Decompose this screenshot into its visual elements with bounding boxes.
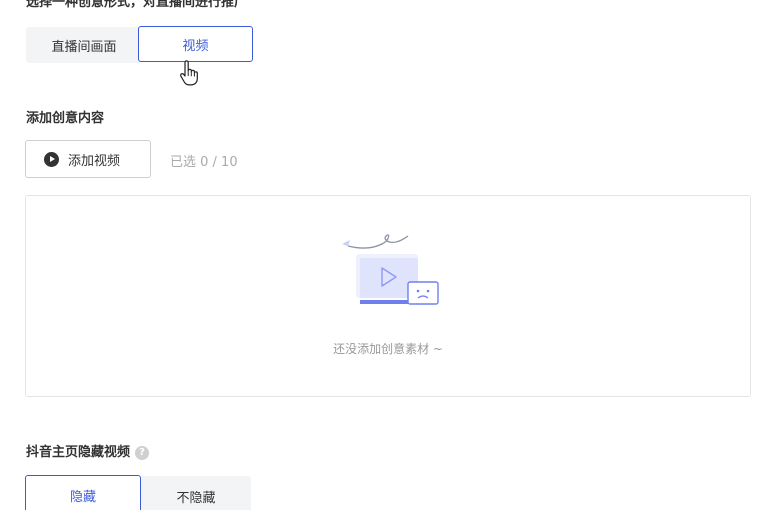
play-circle-icon bbox=[44, 151, 59, 167]
option-live-room[interactable]: 直播间画面 bbox=[26, 27, 142, 63]
option-video[interactable]: 视频 bbox=[138, 26, 253, 62]
creative-content-title: 添加创意内容 bbox=[26, 111, 105, 126]
form-type-title: 选择一种创意形式，对直播间进行推广 bbox=[26, 0, 248, 10]
option-not-hide[interactable]: 不隐藏 bbox=[141, 476, 251, 510]
empty-video-illustration-icon bbox=[342, 234, 439, 305]
add-video-button[interactable]: 添加视频 bbox=[25, 140, 151, 178]
empty-state-text: 还没添加创意素材 ~ bbox=[333, 342, 443, 356]
question-circle-icon[interactable]: ? bbox=[135, 446, 150, 460]
add-video-label: 添加视频 bbox=[68, 153, 121, 169]
selected-count: 已选 0 / 10 bbox=[170, 155, 238, 170]
douyin-hide-label: 抖音主页隐藏视频 bbox=[26, 445, 131, 460]
hand-pointer-cursor-icon bbox=[180, 60, 198, 86]
douyin-hide-title: 抖音主页隐藏视频? bbox=[26, 441, 150, 460]
empty-creative-area: 还没添加创意素材 ~ bbox=[25, 195, 751, 397]
option-hide[interactable]: 隐藏 bbox=[25, 475, 141, 510]
